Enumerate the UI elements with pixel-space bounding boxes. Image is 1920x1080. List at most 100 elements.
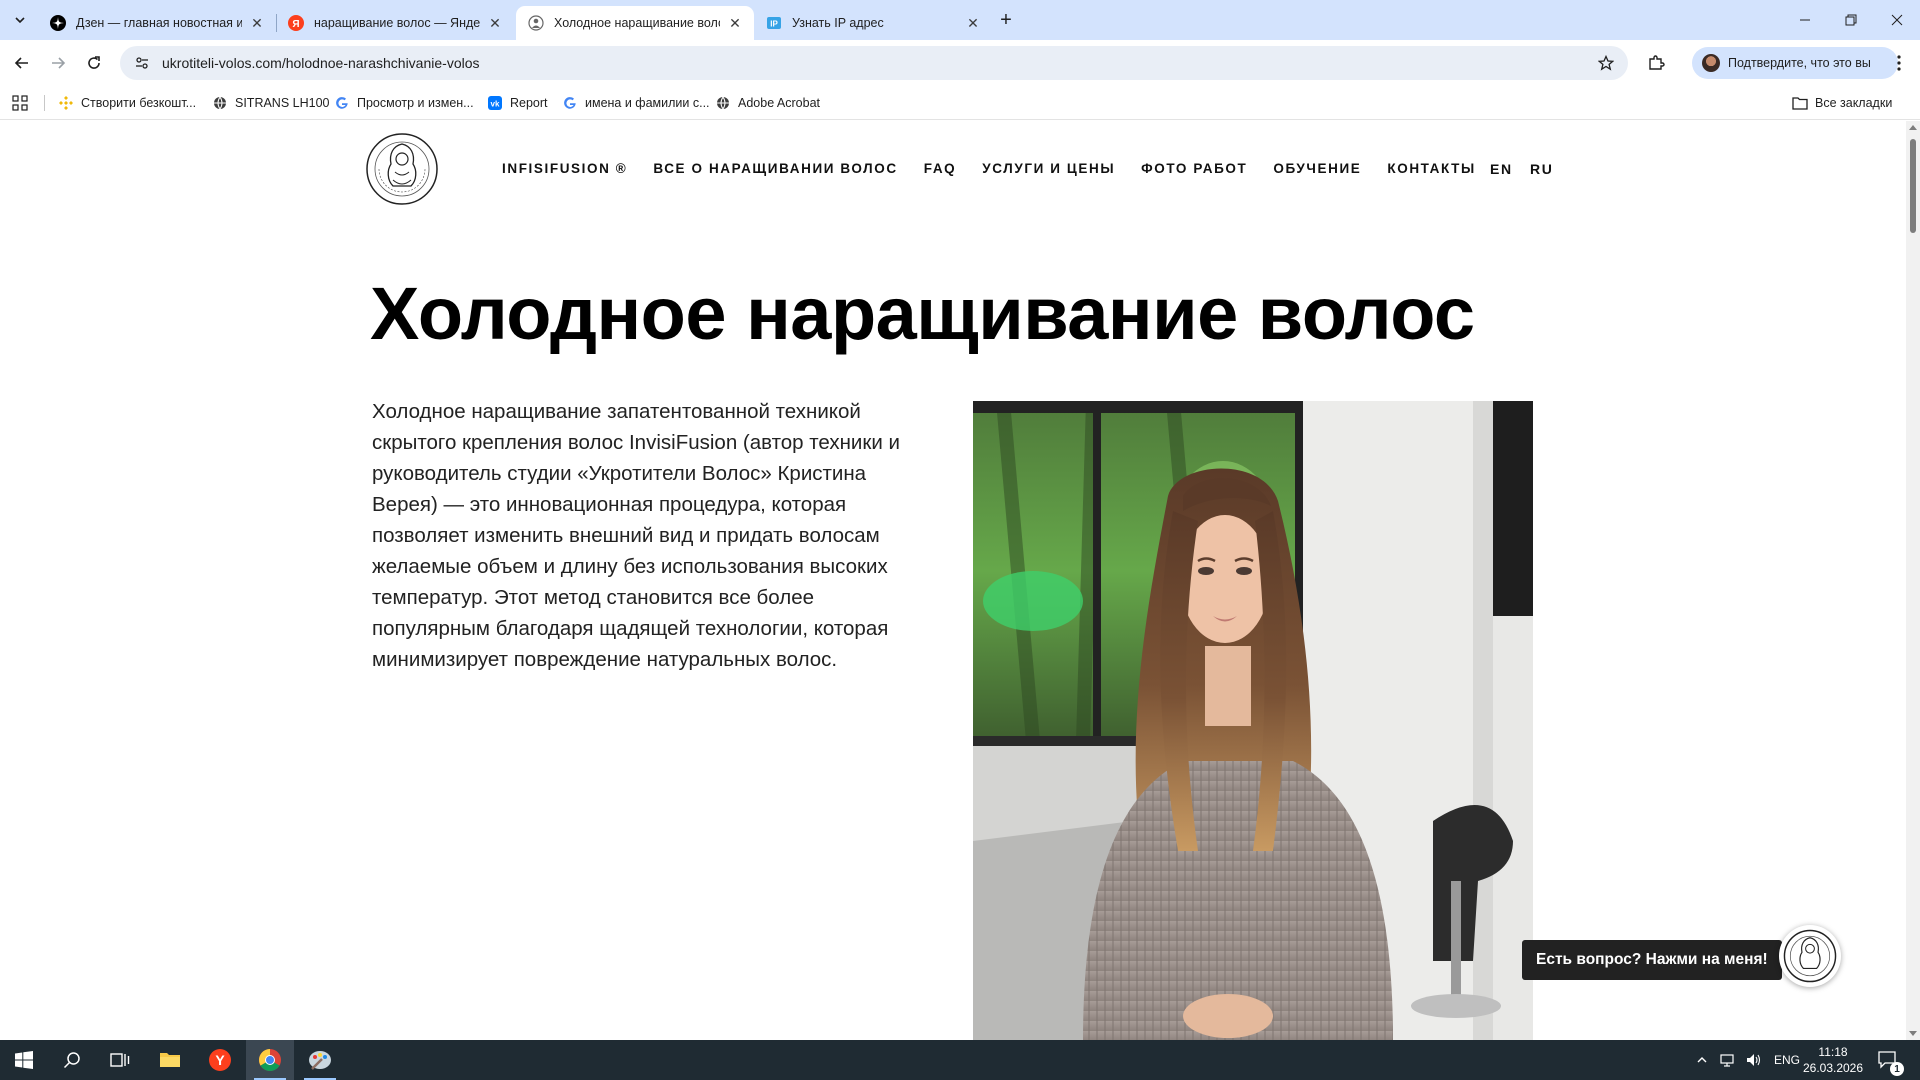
back-button[interactable]: [8, 49, 36, 77]
globe-icon: [212, 95, 228, 111]
chevron-down-icon: [15, 17, 25, 24]
page-scrollbar[interactable]: [1906, 121, 1920, 1040]
bookmark-star-icon[interactable]: [1596, 53, 1616, 73]
bookmark-item[interactable]: vk Report: [487, 86, 548, 120]
apps-button[interactable]: [12, 86, 28, 120]
notification-count-badge: 1: [1890, 1062, 1904, 1076]
clock-date: 26.03.2026: [1802, 1061, 1864, 1075]
start-button[interactable]: [0, 1040, 48, 1080]
nav-item-contacts[interactable]: КОНТАКТЫ: [1387, 161, 1475, 176]
network-button[interactable]: [1720, 1040, 1736, 1080]
tab-search-button[interactable]: [8, 8, 32, 32]
arrow-left-icon: [14, 57, 28, 69]
notifications-button[interactable]: 1: [1878, 1040, 1904, 1080]
nav-item-about-extensions[interactable]: ВСЕ О НАРАЩИВАНИИ ВОЛОС: [653, 161, 897, 176]
intro-paragraph: Холодное наращивание запатентованной тех…: [372, 400, 900, 671]
profile-button[interactable]: Подтвердите, что это вы: [1692, 47, 1898, 79]
svg-text:IP: IP: [770, 20, 778, 29]
scrollbar-thumb[interactable]: [1910, 139, 1916, 233]
tab-ip[interactable]: IP Узнать IP адрес ✕: [754, 6, 992, 40]
close-icon[interactable]: ✕: [248, 14, 266, 32]
tab-yandex[interactable]: Я наращивание волос — Яндекс ✕: [276, 6, 514, 40]
close-icon: [1891, 14, 1903, 26]
ip-icon: IP: [766, 15, 782, 31]
dzen-icon: [50, 15, 66, 31]
main-nav: INFISIFUSION ® ВСЕ О НАРАЩИВАНИИ ВОЛОС F…: [502, 161, 1502, 176]
search-button[interactable]: [48, 1040, 96, 1080]
restore-button[interactable]: [1828, 0, 1874, 40]
bookmark-item[interactable]: SITRANS LH100: [212, 86, 329, 120]
file-explorer-button[interactable]: [146, 1040, 194, 1080]
windows-taskbar: Y ENG 11:18 26.03.2026 1: [0, 1040, 1920, 1080]
bookmark-item[interactable]: имена и фамилии с...: [562, 86, 710, 120]
bookmark-item[interactable]: Просмотр и измен...: [334, 86, 474, 120]
url-text[interactable]: ukrotiteli-volos.com/holodnoe-narashchiv…: [162, 55, 480, 71]
tab-dzen[interactable]: Дзен — главная новостная ин ✕: [38, 6, 276, 40]
tab-active[interactable]: Холодное наращивание волос ✕: [516, 6, 754, 40]
forward-button[interactable]: [44, 49, 72, 77]
tab-strip: Дзен — главная новостная ин ✕ Я наращива…: [0, 0, 1920, 40]
nav-item-services-prices[interactable]: УСЛУГИ И ЦЕНЫ: [982, 161, 1115, 176]
bookmark-label: Report: [510, 96, 548, 110]
site-icon: [528, 15, 544, 31]
chat-avatar-button[interactable]: [1779, 925, 1841, 987]
bookmark-item[interactable]: Створити безкошт...: [58, 86, 196, 120]
palette-icon: [309, 1051, 331, 1070]
address-bar[interactable]: ukrotiteli-volos.com/holodnoe-narashchiv…: [120, 46, 1628, 80]
tab-title: Дзен — главная новостная ин: [76, 16, 242, 30]
browser-toolbar: ukrotiteli-volos.com/holodnoe-narashchiv…: [0, 40, 1920, 86]
browser-menu-button[interactable]: [1888, 49, 1910, 77]
bookmark-label: Adobe Acrobat: [738, 96, 821, 110]
chat-logo-icon: [1783, 929, 1837, 983]
folder-icon: [1792, 95, 1808, 111]
paint-app-button[interactable]: [296, 1040, 344, 1080]
reload-button[interactable]: [80, 49, 108, 77]
close-window-button[interactable]: [1874, 0, 1920, 40]
close-icon[interactable]: ✕: [726, 14, 744, 32]
svg-text:vk: vk: [491, 100, 500, 109]
yandex-browser-icon: Y: [209, 1049, 231, 1071]
input-language[interactable]: ENG: [1774, 1040, 1800, 1080]
clock[interactable]: 11:18 26.03.2026: [1802, 1044, 1864, 1076]
bookmark-label: имена и фамилии с...: [585, 96, 710, 110]
extensions-button[interactable]: [1642, 49, 1670, 77]
minimize-button[interactable]: [1782, 0, 1828, 40]
clock-time: 11:18: [1818, 1045, 1848, 1059]
volume-button[interactable]: [1746, 1040, 1762, 1080]
avatar: [1702, 54, 1720, 72]
all-bookmarks-label: Все закладки: [1815, 96, 1893, 110]
more-vert-icon: [1897, 55, 1901, 71]
site-logo[interactable]: [365, 132, 439, 206]
svg-text:Y: Y: [215, 1052, 225, 1068]
close-icon[interactable]: ✕: [964, 14, 982, 32]
nav-item-faq[interactable]: FAQ: [924, 161, 957, 176]
woman-portrait-image: [973, 401, 1533, 1040]
chat-prompt-button[interactable]: Есть вопрос? Нажми на меня!: [1522, 940, 1791, 980]
nav-item-training[interactable]: ОБУЧЕНИЕ: [1273, 161, 1361, 176]
google-icon: [562, 95, 578, 111]
folder-icon: [160, 1053, 180, 1067]
bookmark-item[interactable]: Adobe Acrobat: [715, 86, 820, 120]
site-info-icon[interactable]: [132, 53, 152, 73]
windows-logo-icon: [15, 1051, 33, 1069]
bookmark-label: Створити безкошт...: [81, 96, 197, 110]
apps-grid-icon: [12, 95, 28, 111]
lang-en-link[interactable]: EN: [1490, 161, 1513, 177]
speaker-icon: [1747, 1054, 1761, 1066]
bookmarks-separator: [44, 95, 45, 111]
new-tab-button[interactable]: +: [994, 8, 1018, 32]
yandex-browser-button[interactable]: Y: [196, 1040, 244, 1080]
task-view-button[interactable]: [96, 1040, 144, 1080]
scroll-up-arrow-icon[interactable]: [1909, 125, 1917, 130]
chrome-button[interactable]: [246, 1040, 294, 1080]
hero-photo: [973, 401, 1533, 1040]
nav-item-infisifusion[interactable]: INFISIFUSION ®: [502, 161, 627, 176]
close-icon[interactable]: ✕: [486, 14, 504, 32]
all-bookmarks-button[interactable]: Все закладки: [1792, 86, 1892, 120]
nav-item-photos[interactable]: ФОТО РАБОТ: [1141, 161, 1247, 176]
svg-text:Я: Я: [292, 19, 299, 30]
tab-title: наращивание волос — Яндекс: [314, 16, 480, 30]
tray-overflow-button[interactable]: [1696, 1040, 1708, 1080]
scroll-down-arrow-icon[interactable]: [1909, 1031, 1917, 1036]
lang-ru-link[interactable]: RU: [1530, 161, 1553, 177]
